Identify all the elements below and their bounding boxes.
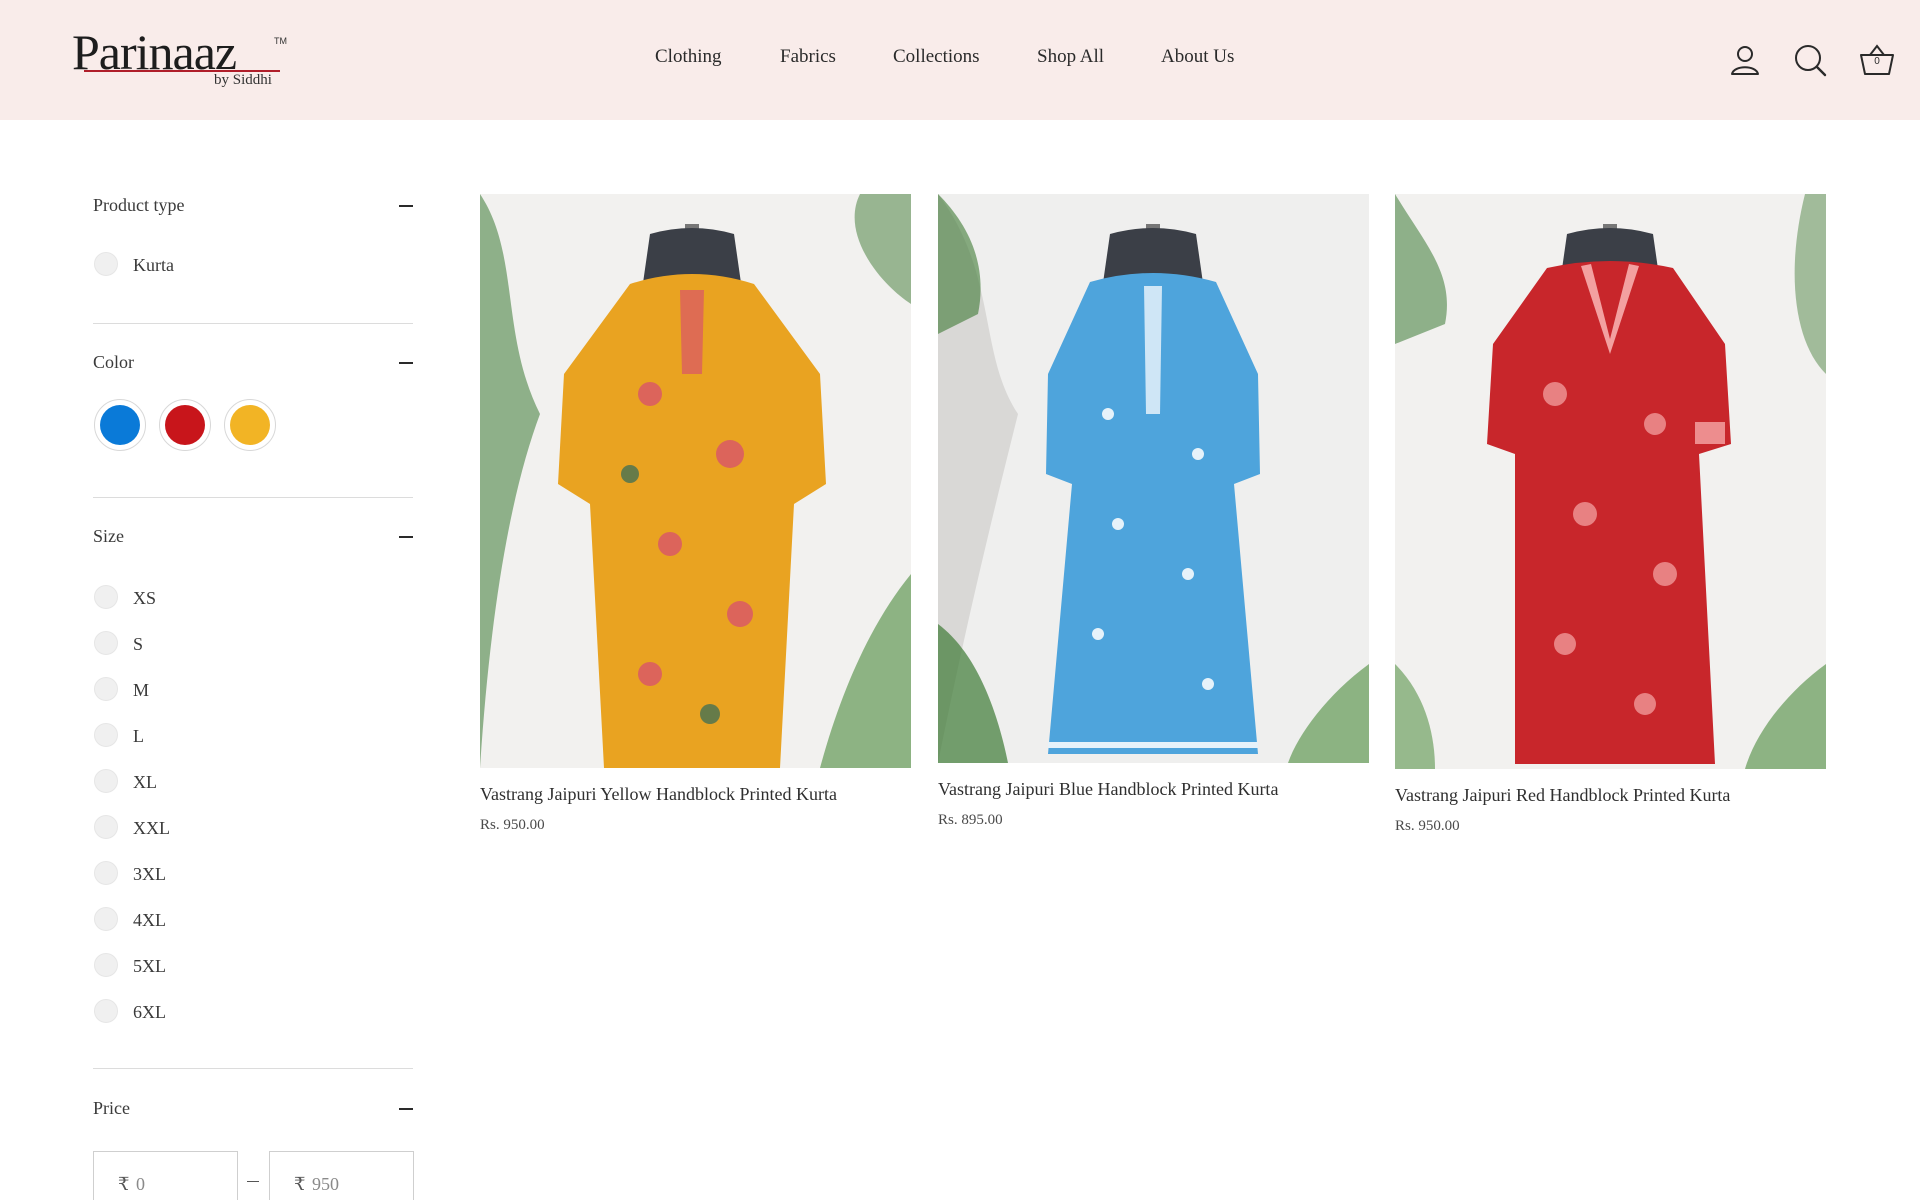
- option-label: 4XL: [133, 910, 166, 930]
- divider: [93, 1068, 413, 1069]
- product-image[interactable]: [480, 194, 911, 768]
- swatch-fill: [100, 405, 140, 445]
- option-size-l[interactable]: L: [93, 720, 393, 750]
- product-name[interactable]: Vastrang Jaipuri Red Handblock Printed K…: [1395, 785, 1730, 806]
- user-icon[interactable]: [1726, 41, 1764, 79]
- site-header: Parinaaz TM by Siddhi Clothing Fabrics C…: [0, 0, 1920, 120]
- option-size-xs[interactable]: XS: [93, 582, 393, 612]
- swatch-fill: [165, 405, 205, 445]
- nav-clothing[interactable]: Clothing: [655, 46, 722, 68]
- swatch-fill: [230, 405, 270, 445]
- option-size-4xl[interactable]: 4XL: [93, 904, 393, 934]
- cart-count: 0: [1874, 56, 1880, 67]
- product-image[interactable]: [938, 194, 1369, 763]
- filter-price-toggle[interactable]: Price: [93, 1093, 413, 1123]
- color-swatch-yellow[interactable]: [224, 399, 276, 451]
- currency-symbol: ₹: [118, 1174, 130, 1194]
- filter-color-toggle[interactable]: Color: [93, 347, 413, 377]
- option-size-5xl[interactable]: 5XL: [93, 950, 393, 980]
- option-label: XS: [133, 588, 157, 608]
- option-size-6xl[interactable]: 6XL: [93, 996, 393, 1026]
- divider: [93, 497, 413, 498]
- main-nav: Clothing Fabrics Collections Shop All Ab…: [0, 46, 1920, 76]
- trademark-mark: TM: [274, 36, 287, 46]
- checkbox[interactable]: [94, 252, 118, 276]
- checkbox[interactable]: [94, 677, 118, 701]
- option-label: 3XL: [133, 864, 166, 884]
- product-price: Rs. 895.00: [938, 812, 1003, 828]
- option-label: Kurta: [133, 255, 174, 275]
- nav-about-us[interactable]: About Us: [1161, 46, 1234, 68]
- option-label: M: [133, 680, 150, 700]
- filter-title: Size: [93, 526, 124, 546]
- basket-icon[interactable]: 0: [1858, 41, 1896, 79]
- price-range-dash: [247, 1181, 259, 1182]
- option-label: S: [133, 634, 144, 654]
- product-name[interactable]: Vastrang Jaipuri Yellow Handblock Printe…: [480, 784, 837, 805]
- option-size-xxl[interactable]: XXL: [93, 812, 393, 842]
- filter-product-type-toggle[interactable]: Product type: [93, 190, 413, 220]
- filter-title: Product type: [93, 195, 185, 215]
- product-image[interactable]: [1395, 194, 1826, 769]
- currency-symbol: ₹: [294, 1174, 306, 1194]
- price-min-value: 0: [136, 1174, 145, 1194]
- option-size-3xl[interactable]: 3XL: [93, 858, 393, 888]
- checkbox[interactable]: [94, 907, 118, 931]
- product-name[interactable]: Vastrang Jaipuri Blue Handblock Printed …: [938, 779, 1278, 800]
- option-label: L: [133, 726, 144, 746]
- option-size-s[interactable]: S: [93, 628, 393, 658]
- color-swatch-blue[interactable]: [94, 399, 146, 451]
- price-min-input[interactable]: ₹ 0: [93, 1151, 238, 1200]
- option-label: XL: [133, 772, 157, 792]
- collapse-icon: [399, 205, 413, 207]
- option-label: 5XL: [133, 956, 166, 976]
- collapse-icon: [399, 1108, 413, 1110]
- price-max-value: 950: [312, 1174, 339, 1194]
- color-swatch-red[interactable]: [159, 399, 211, 451]
- checkbox[interactable]: [94, 815, 118, 839]
- option-label: 6XL: [133, 1002, 166, 1022]
- option-kurta[interactable]: Kurta: [93, 249, 393, 279]
- collapse-icon: [399, 362, 413, 364]
- nav-shop-all[interactable]: Shop All: [1037, 46, 1104, 68]
- filter-title: Price: [93, 1098, 130, 1118]
- product-price: Rs. 950.00: [1395, 818, 1460, 834]
- product-price: Rs. 950.00: [480, 817, 545, 833]
- checkbox[interactable]: [94, 723, 118, 747]
- nav-collections[interactable]: Collections: [893, 46, 980, 68]
- checkbox[interactable]: [94, 585, 118, 609]
- checkbox[interactable]: [94, 953, 118, 977]
- checkbox[interactable]: [94, 769, 118, 793]
- price-max-input[interactable]: ₹ 950: [269, 1151, 414, 1200]
- divider: [93, 323, 413, 324]
- option-size-xl[interactable]: XL: [93, 766, 393, 796]
- search-icon[interactable]: [1791, 41, 1829, 79]
- checkbox[interactable]: [94, 861, 118, 885]
- nav-fabrics[interactable]: Fabrics: [780, 46, 836, 68]
- option-size-m[interactable]: M: [93, 674, 393, 704]
- collapse-icon: [399, 536, 413, 538]
- filter-size-toggle[interactable]: Size: [93, 521, 413, 551]
- filter-title: Color: [93, 352, 135, 372]
- option-label: XXL: [133, 818, 170, 838]
- checkbox[interactable]: [94, 999, 118, 1023]
- checkbox[interactable]: [94, 631, 118, 655]
